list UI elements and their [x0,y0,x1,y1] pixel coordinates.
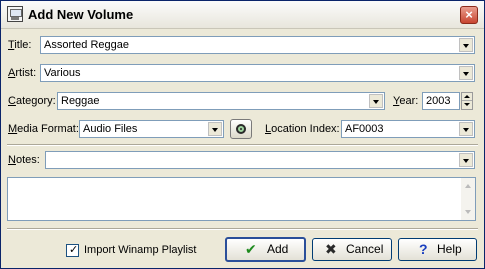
close-icon: × [465,7,473,22]
media-format-label: Media Format: [8,123,79,135]
year-label: Year: [393,95,419,107]
film-icon [7,6,23,22]
add-new-volume-dialog: Add New Volume × Title: Assorted Reggae … [0,0,485,269]
scroll-up-icon[interactable] [462,180,474,192]
checkmark-icon: ✓ [69,244,79,256]
title-value: Assorted Reggae [44,39,129,51]
import-winamp-label[interactable]: Import Winamp Playlist [84,244,196,256]
chevron-down-icon[interactable] [369,94,383,108]
location-index-value: AF0003 [345,123,384,135]
media-format-combobox[interactable]: Audio Files [79,120,224,138]
x-icon: ✖ [325,241,337,257]
help-button[interactable]: ? Help [398,238,477,261]
category-label: Category: [8,95,56,107]
location-index-combobox[interactable]: AF0003 [341,120,475,138]
year-spinner[interactable] [461,92,473,110]
chevron-down-icon[interactable] [459,122,473,136]
artist-combobox[interactable]: Various [40,64,475,82]
notes-combobox[interactable] [45,151,475,169]
separator [7,144,478,146]
title-bar[interactable]: Add New Volume × [1,1,484,29]
notes-textarea[interactable] [7,177,476,221]
artist-label: Artist: [8,67,37,79]
year-value: 2003 [426,95,451,107]
close-button[interactable]: × [460,6,478,24]
chevron-down-icon[interactable] [459,153,473,167]
category-value: Reggae [61,95,100,107]
chevron-down-icon[interactable] [459,66,473,80]
cancel-button[interactable]: ✖ Cancel [312,238,392,261]
title-combobox[interactable]: Assorted Reggae [40,36,475,54]
separator [7,228,478,230]
category-combobox[interactable]: Reggae [57,92,385,110]
add-button[interactable]: ✔ Add [225,237,306,262]
notes-scrollbar[interactable] [461,178,475,220]
window-title: Add New Volume [28,7,134,22]
spin-down-icon[interactable] [462,101,472,109]
cd-icon [236,124,246,134]
artist-value: Various [44,67,81,79]
year-input[interactable]: 2003 [422,92,460,110]
scan-media-button[interactable] [230,119,252,139]
question-icon: ? [419,241,428,257]
location-index-label: Location Index: [265,123,340,135]
scroll-down-icon[interactable] [462,206,474,218]
media-format-value: Audio Files [83,123,138,135]
chevron-down-icon[interactable] [208,122,222,136]
checkmark-icon: ✔ [245,241,257,257]
import-winamp-checkbox[interactable]: ✓ [66,244,79,257]
notes-label: Notes: [8,154,40,166]
chevron-down-icon[interactable] [459,38,473,52]
spin-up-icon[interactable] [462,93,472,101]
title-label: Title: [8,39,32,51]
